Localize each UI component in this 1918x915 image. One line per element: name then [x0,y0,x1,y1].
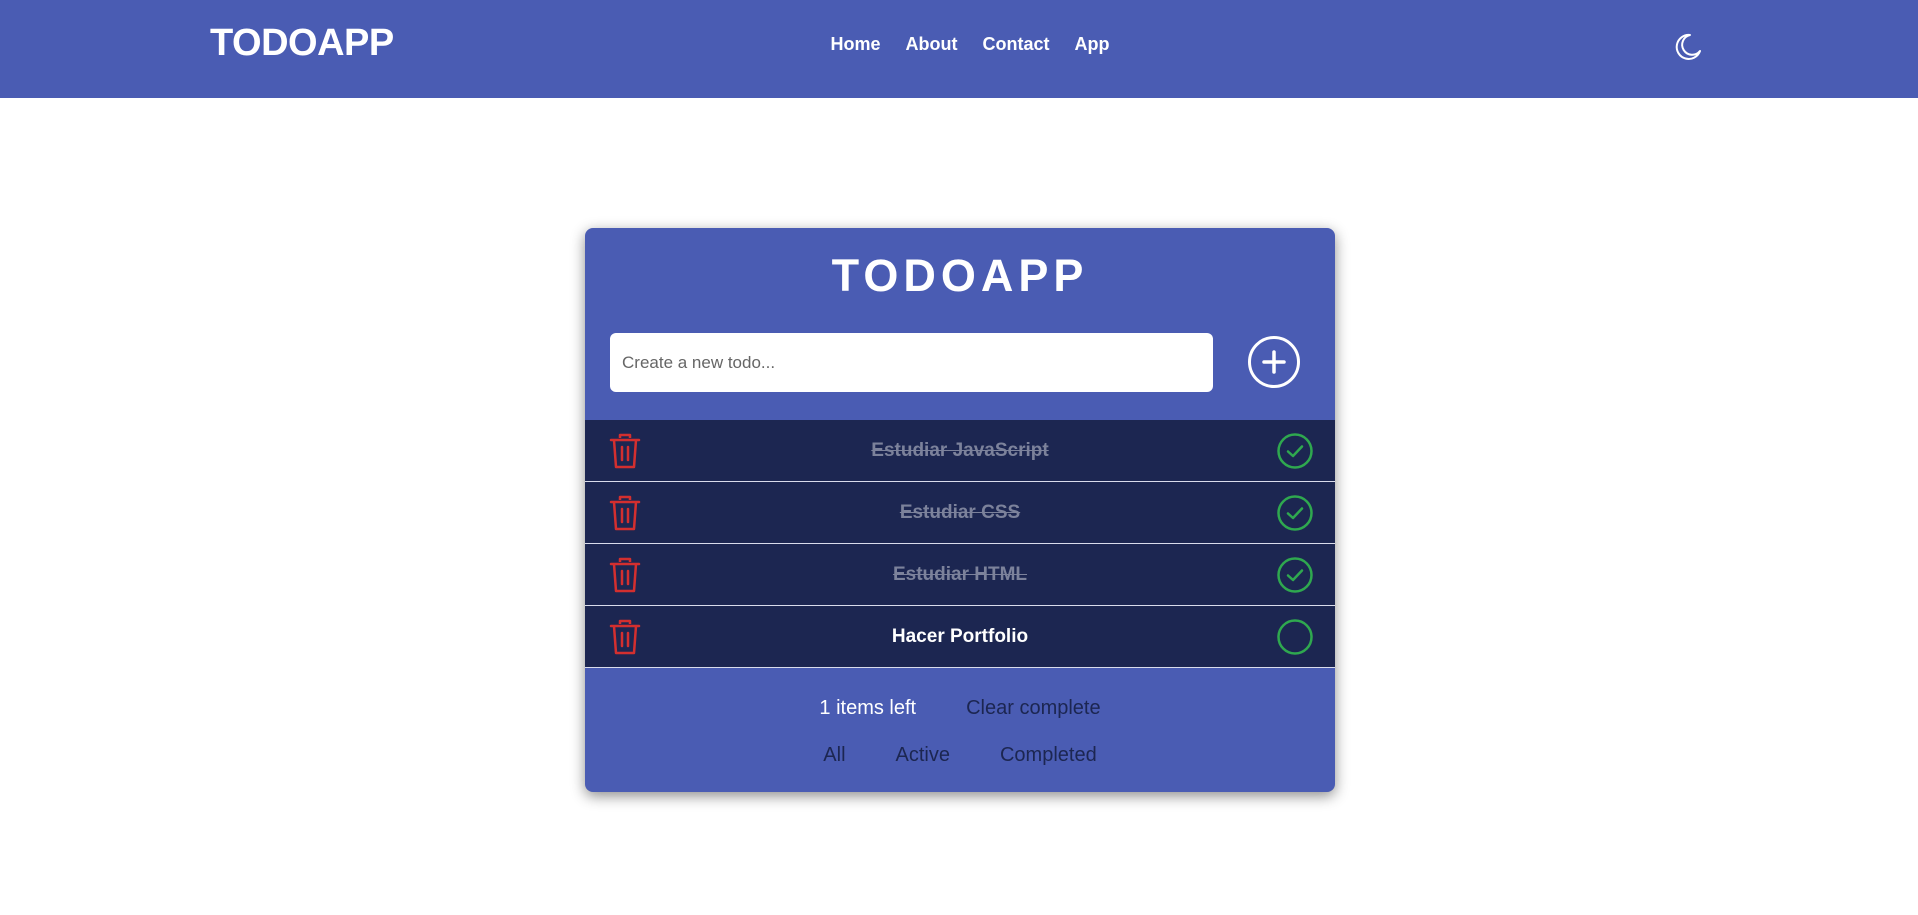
todo-text: Estudiar JavaScript [871,440,1049,461]
todo-item: Estudiar CSS [585,482,1335,544]
trash-icon[interactable] [609,494,641,532]
empty-circle-icon[interactable] [1277,619,1313,655]
todo-card: TODOAPP Estudiar JavaScript [585,228,1335,792]
nav-link-about[interactable]: About [906,34,958,55]
navbar: TODOAPP Home About Contact App [0,0,1918,98]
todo-footer-status: 1 items left Clear complete [585,697,1335,720]
todo-item: Estudiar HTML [585,544,1335,606]
brand-logo[interactable]: TODOAPP [210,22,394,65]
filter-all[interactable]: All [823,744,845,767]
trash-icon[interactable] [609,556,641,594]
clear-complete-button[interactable]: Clear complete [966,697,1101,720]
filter-active[interactable]: Active [896,744,950,767]
trash-icon[interactable] [609,432,641,470]
filter-completed[interactable]: Completed [1000,744,1097,767]
todo-item: Hacer Portfolio [585,606,1335,668]
add-todo-button[interactable] [1248,336,1300,388]
todo-text: Estudiar HTML [892,564,1028,585]
filter-bar: All Active Completed [585,744,1335,767]
todo-list: Estudiar JavaScript Estudiar CSS Estudia… [585,420,1335,668]
nav-link-home[interactable]: Home [831,34,881,55]
todo-item: Estudiar JavaScript [585,420,1335,482]
todo-text: Estudiar CSS [899,502,1021,523]
check-circle-icon[interactable] [1277,495,1313,531]
plus-icon [1262,350,1286,374]
items-left-count: 1 items left [819,697,917,719]
trash-icon[interactable] [609,618,641,656]
nav-link-contact[interactable]: Contact [983,34,1050,55]
new-todo-input[interactable] [610,333,1213,392]
moon-icon[interactable] [1672,31,1704,63]
check-circle-icon[interactable] [1277,433,1313,469]
todo-text: Hacer Portfolio [891,626,1029,647]
card-title: TODOAPP [831,250,1089,301]
nav-link-app[interactable]: App [1075,34,1110,55]
check-circle-icon[interactable] [1277,557,1313,593]
